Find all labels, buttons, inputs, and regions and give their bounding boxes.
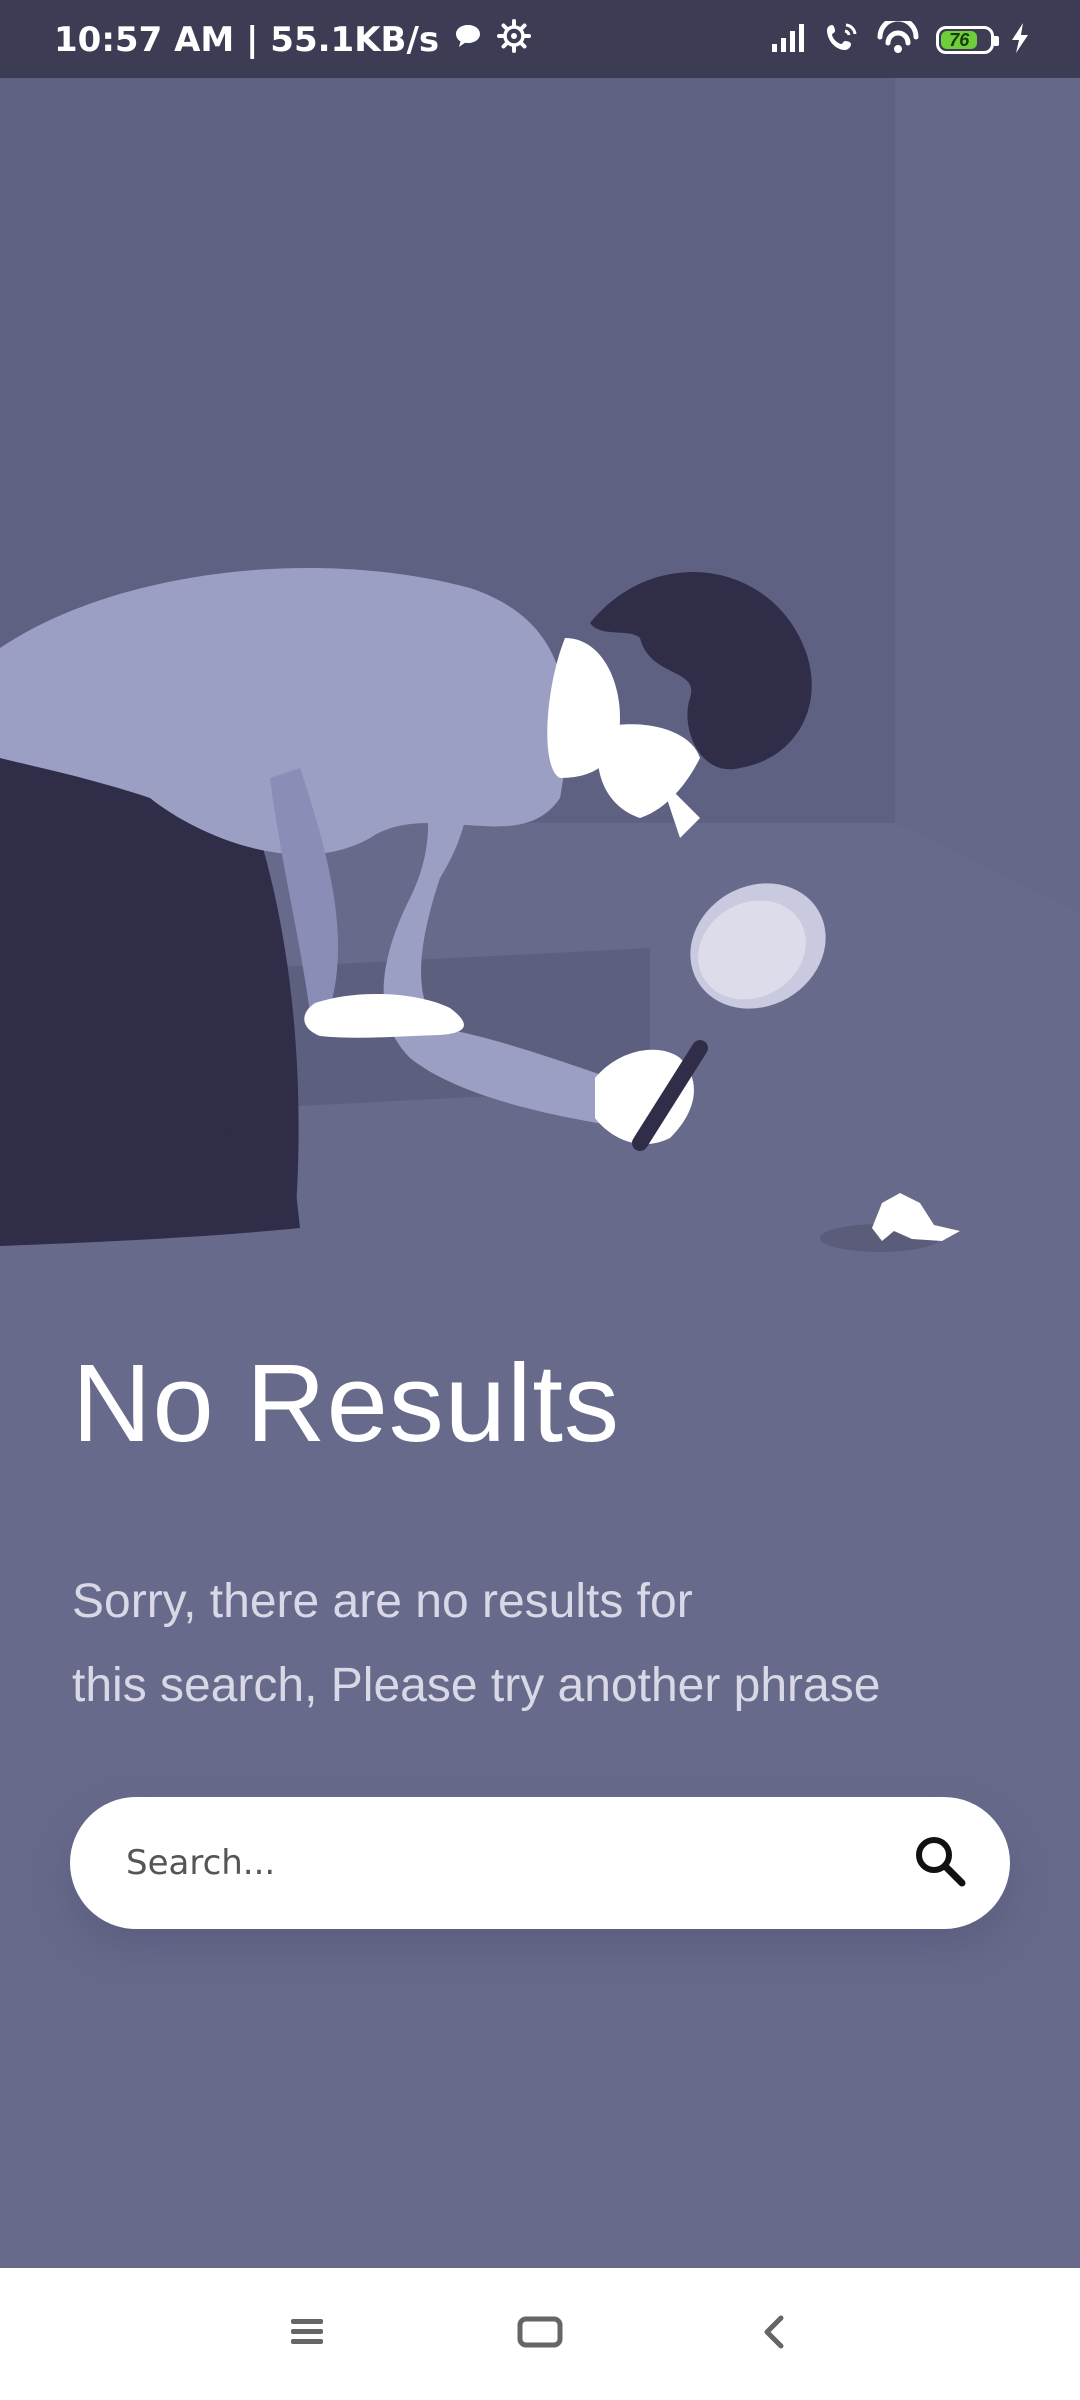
menu-button[interactable] — [277, 2304, 337, 2364]
back-button[interactable] — [744, 2304, 804, 2364]
search-button[interactable] — [900, 1823, 980, 1903]
home-button[interactable] — [510, 2304, 570, 2364]
page-title: No Results — [72, 1342, 620, 1465]
signal-icon — [770, 22, 808, 59]
settings-gear-icon — [497, 18, 532, 62]
no-results-message: Sorry, there are no results for this sea… — [72, 1560, 972, 1728]
chat-bubble-icon — [453, 20, 483, 60]
status-right: 76 — [770, 14, 1030, 66]
charging-icon — [1010, 22, 1030, 59]
hotspot-icon — [876, 16, 920, 60]
search-icon — [912, 1833, 968, 1894]
back-icon — [759, 2312, 789, 2357]
message-line-1: Sorry, there are no results for — [72, 1575, 693, 1628]
message-line-2: this search, Please try another phrase — [72, 1659, 881, 1712]
no-results-illustration — [0, 78, 1080, 1278]
battery-icon: 76 — [936, 26, 999, 54]
status-bar: 10:57 AM | 55.1KB/s 76 — [0, 0, 1080, 78]
home-icon — [516, 2313, 564, 2356]
navigation-bar — [0, 2268, 1080, 2400]
wifi-call-icon — [824, 21, 860, 60]
search-input[interactable] — [124, 1842, 900, 1884]
status-left: 10:57 AM | 55.1KB/s — [54, 14, 532, 66]
menu-icon — [287, 2315, 327, 2354]
search-box — [70, 1797, 1010, 1929]
battery-level: 76 — [941, 30, 978, 50]
status-time-speed: 10:57 AM | 55.1KB/s — [54, 20, 440, 60]
